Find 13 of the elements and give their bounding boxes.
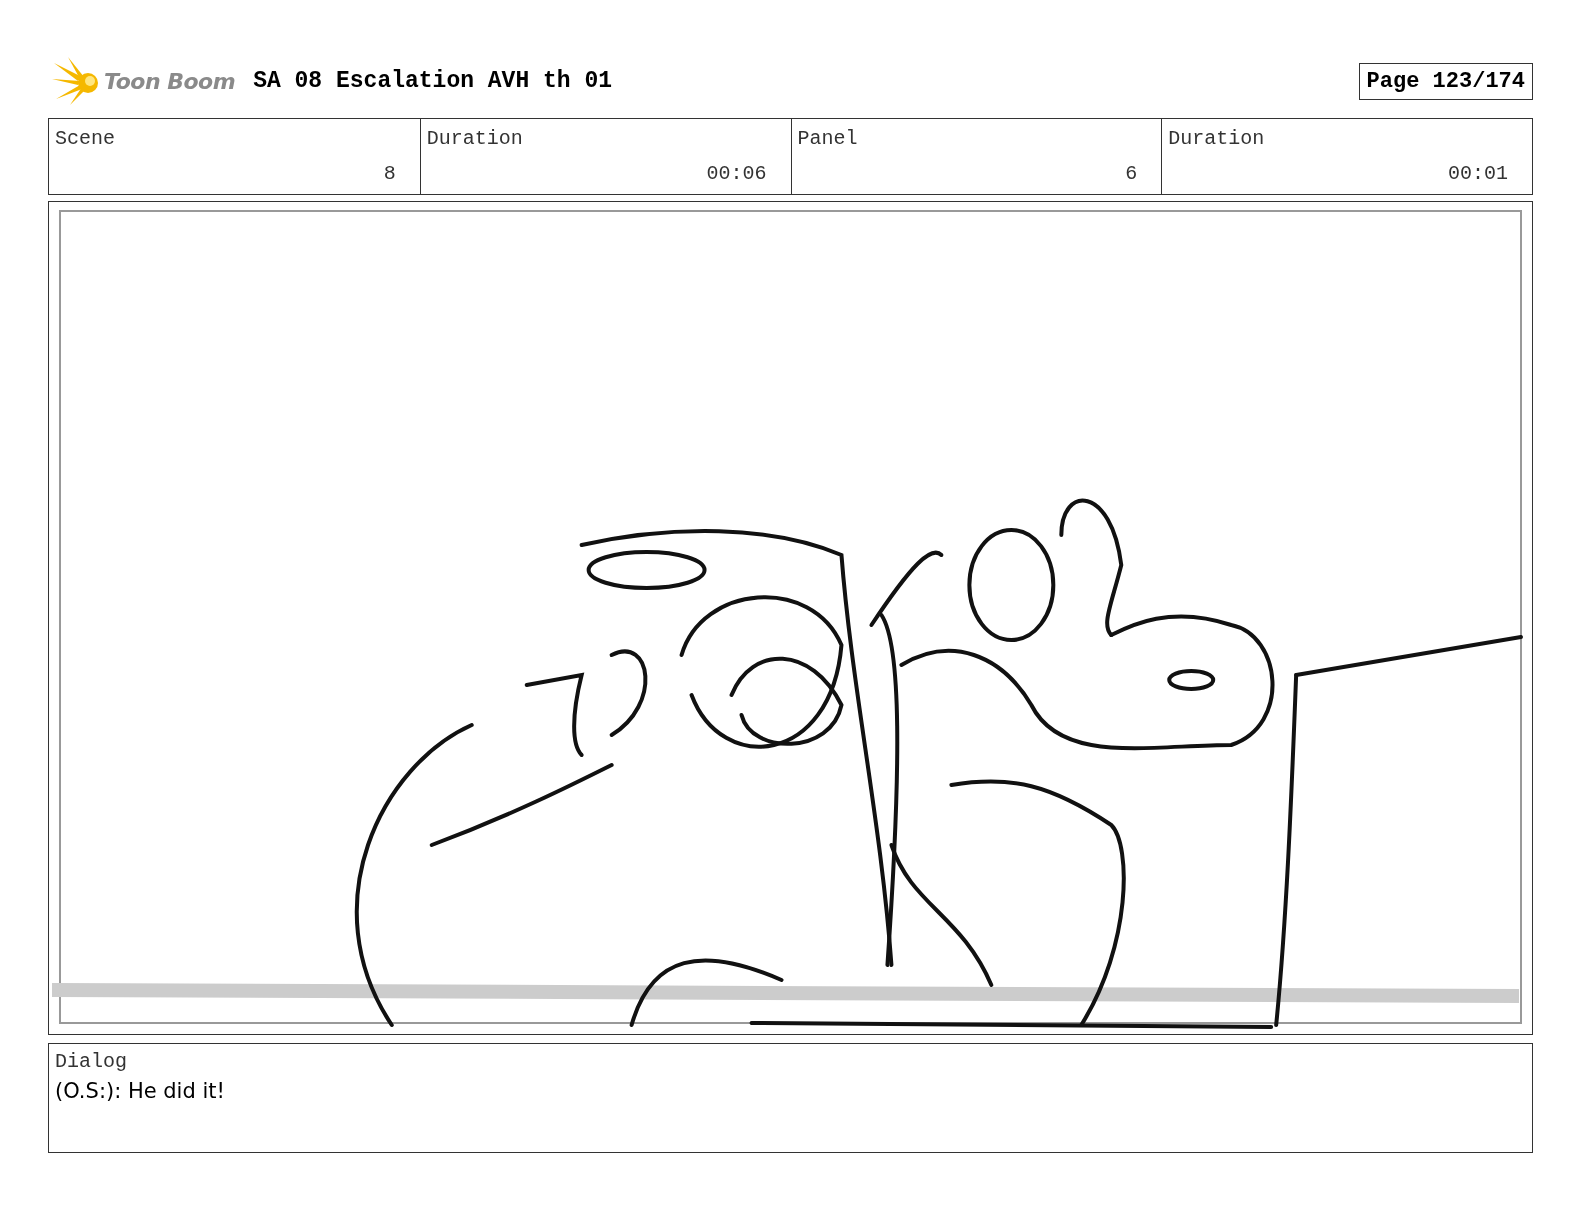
field-value: 8	[383, 162, 396, 185]
field-value: 6	[1125, 162, 1138, 185]
page-number: Page 123/174	[1358, 62, 1533, 100]
field-value: 00:06	[706, 162, 767, 185]
field-value: 00:01	[1448, 162, 1508, 185]
field-label: Duration	[426, 127, 524, 150]
field-label: Scene	[55, 127, 116, 150]
dialog-label: Dialog	[55, 1050, 128, 1073]
field-label: Panel	[797, 127, 859, 150]
document-title: SA 08 Escalation AVH th 01	[253, 68, 612, 94]
field-label: Duration	[1168, 127, 1266, 150]
dialog-text: (O.S:): He did it!	[55, 1079, 226, 1103]
logo-text: Toon Boom	[104, 68, 236, 94]
